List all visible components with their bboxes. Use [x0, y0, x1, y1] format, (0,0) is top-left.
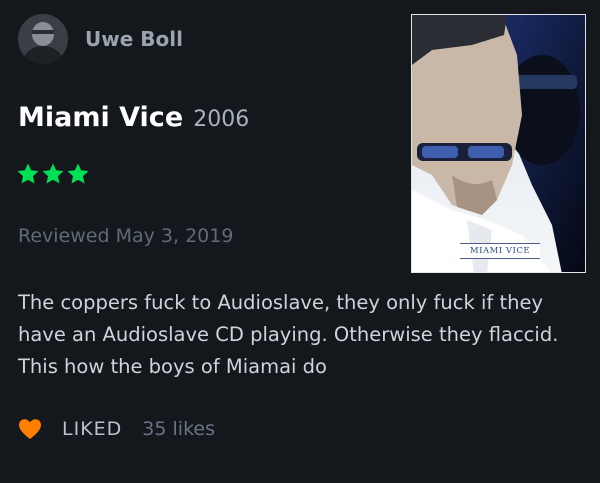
star-icon: [42, 163, 64, 184]
like-row: LIKED 35 likes: [18, 418, 215, 440]
author-name[interactable]: Uwe Boll: [85, 27, 183, 51]
liked-label[interactable]: LIKED: [62, 418, 122, 440]
poster-image: [412, 15, 585, 272]
star-icon: [67, 163, 89, 184]
film-year[interactable]: 2006: [193, 107, 249, 132]
likes-count[interactable]: 35 likes: [142, 418, 215, 440]
star-rating: [16, 162, 90, 186]
film-poster[interactable]: MIAMI VICE: [411, 14, 586, 273]
star-icon: [17, 163, 39, 184]
review-body: The coppers fuck to Audioslave, they onl…: [18, 291, 559, 378]
review-date: Reviewed May 3, 2019: [18, 225, 234, 247]
film-title[interactable]: Miami Vice: [18, 102, 183, 133]
film-title-row: Miami Vice 2006: [18, 102, 249, 133]
avatar-icon: [18, 14, 68, 64]
avatar[interactable]: [18, 14, 68, 64]
review-author[interactable]: Uwe Boll: [18, 14, 183, 64]
poster-caption: MIAMI VICE: [460, 243, 540, 259]
review-card: Uwe Boll Miami Vice 2006 Reviewed May 3,…: [0, 0, 600, 483]
heart-icon[interactable]: [18, 418, 42, 440]
